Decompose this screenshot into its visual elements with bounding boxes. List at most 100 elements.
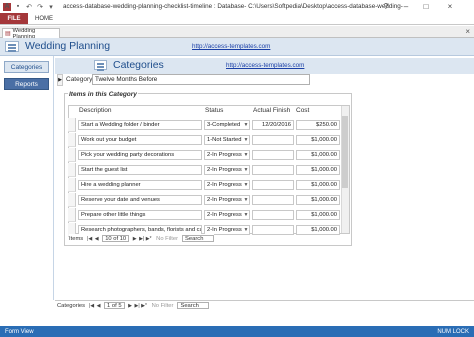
previous-record-icon[interactable]: ◀: [95, 302, 102, 309]
description-cell[interactable]: Pick your wedding party decorations: [78, 150, 202, 160]
redo-icon[interactable]: ↷: [36, 3, 44, 11]
table-row[interactable]: Work out your budget 1-Not Started ▼ $1,000…: [68, 133, 340, 147]
record-selector-icon[interactable]: ▶: [57, 74, 63, 86]
actual-finish-cell[interactable]: [252, 225, 294, 235]
document-tab-wedding-planning[interactable]: ▤ Wedding Planning: [2, 28, 60, 40]
row-selector[interactable]: [68, 118, 76, 132]
app-title: Wedding Planning: [25, 40, 111, 52]
status-combobox[interactable]: 2-In Progress ▼: [204, 195, 250, 205]
column-header-status: Status: [205, 107, 224, 114]
actual-finish-cell[interactable]: [252, 195, 294, 205]
cost-cell[interactable]: $1,000.00: [296, 165, 340, 175]
cost-cell[interactable]: $1,000.00: [296, 195, 340, 205]
chevron-down-icon[interactable]: ▼: [243, 136, 249, 144]
table-row[interactable]: Pick your wedding party decorations 2-In …: [68, 148, 340, 162]
status-combobox[interactable]: 1-Not Started ▼: [204, 135, 250, 145]
table-row[interactable]: Start the guest list 2-In Progress ▼ $1,000…: [68, 163, 340, 177]
home-tab[interactable]: HOME: [32, 13, 56, 24]
items-nav-label: Items: [69, 235, 84, 242]
subform-scrollbar-thumb[interactable]: [342, 116, 348, 188]
column-header-description: Description: [79, 107, 112, 114]
row-selector[interactable]: [68, 178, 76, 192]
row-selector[interactable]: [68, 163, 76, 177]
maximize-button[interactable]: □: [416, 0, 436, 13]
cost-cell[interactable]: $1,000.00: [296, 225, 340, 235]
category-input[interactable]: Twelve Months Before: [92, 74, 310, 85]
status-combobox[interactable]: 2-In Progress ▼: [204, 165, 250, 175]
chevron-down-icon[interactable]: ▼: [243, 151, 249, 159]
status-combobox[interactable]: 2-In Progress ▼: [204, 210, 250, 220]
form-icon: ▤: [5, 30, 11, 37]
next-record-icon[interactable]: ▶: [127, 302, 134, 309]
status-combobox[interactable]: 2-In Progress ▼: [204, 180, 250, 190]
status-combobox[interactable]: 3-Completed ▼: [204, 120, 250, 130]
form-background: [0, 310, 474, 326]
table-row[interactable]: Reserve your date and venues 2-In Progres…: [68, 193, 340, 207]
new-record-icon[interactable]: ▶*: [145, 235, 152, 242]
actual-finish-cell[interactable]: [252, 135, 294, 145]
cost-cell[interactable]: $250.00: [296, 120, 340, 130]
categories-nav-label: Categories: [57, 302, 86, 309]
chevron-down-icon[interactable]: ▼: [243, 226, 249, 234]
cost-cell[interactable]: $1,000.00: [296, 210, 340, 220]
description-cell[interactable]: Start a Wedding folder / binder: [78, 120, 202, 130]
description-cell[interactable]: Hire a wedding planner: [78, 180, 202, 190]
items-no-filter-button[interactable]: No Filter: [156, 236, 178, 242]
actual-finish-cell[interactable]: [252, 165, 294, 175]
first-record-icon[interactable]: |◀: [88, 302, 95, 309]
form-logo-icon: [94, 60, 107, 70]
cost-cell[interactable]: $1,000.00: [296, 135, 340, 145]
minimize-button[interactable]: –: [396, 0, 416, 13]
actual-finish-cell[interactable]: 12/20/2016: [252, 120, 294, 130]
items-search-input[interactable]: Search: [182, 235, 215, 242]
row-selector[interactable]: [68, 208, 76, 222]
actual-finish-cell[interactable]: [252, 210, 294, 220]
chevron-down-icon[interactable]: ▼: [243, 181, 249, 189]
categories-button[interactable]: Categories: [4, 61, 49, 73]
close-button[interactable]: ×: [440, 0, 460, 13]
form-logo-icon: [5, 41, 19, 52]
table-row[interactable]: Start a Wedding folder / binder 3-Complet…: [68, 118, 340, 132]
description-cell[interactable]: Start the guest list: [78, 165, 202, 175]
actual-finish-cell[interactable]: [252, 180, 294, 190]
status-num-lock: NUM LOCK: [437, 328, 469, 335]
categories-record-position[interactable]: 1 of 5: [104, 302, 125, 309]
help-button[interactable]: ?: [376, 0, 396, 13]
row-selector[interactable]: [68, 148, 76, 162]
undo-icon[interactable]: ↶: [25, 3, 33, 11]
chevron-down-icon[interactable]: ▼: [243, 196, 249, 204]
status-combobox[interactable]: 2-In Progress ▼: [204, 150, 250, 160]
reports-button[interactable]: Reports: [4, 78, 49, 90]
column-header-cost: Cost: [296, 107, 310, 114]
next-record-icon[interactable]: ▶: [131, 235, 138, 242]
cost-cell[interactable]: $1,000.00: [296, 150, 340, 160]
customize-toolbar-icon[interactable]: ▾: [47, 3, 55, 11]
description-cell[interactable]: Work out your budget: [78, 135, 202, 145]
file-tab[interactable]: FILE: [0, 13, 28, 24]
cost-cell[interactable]: $1,000.00: [296, 180, 340, 190]
new-record-icon[interactable]: ▶*: [141, 302, 148, 309]
row-selector[interactable]: [68, 193, 76, 207]
chevron-down-icon[interactable]: ▼: [243, 121, 249, 129]
categories-no-filter-button[interactable]: No Filter: [152, 303, 174, 309]
description-cell[interactable]: Prepare other little things: [78, 210, 202, 220]
table-row[interactable]: Prepare other little things 2-In Progress…: [68, 208, 340, 222]
description-cell[interactable]: Reserve your date and venues: [78, 195, 202, 205]
actual-finish-cell[interactable]: [252, 150, 294, 160]
access-templates-link[interactable]: http://access-templates.com: [192, 43, 270, 50]
items-record-position[interactable]: 10 of 10: [102, 235, 130, 242]
chevron-down-icon[interactable]: ▼: [243, 211, 249, 219]
row-selector[interactable]: [68, 133, 76, 147]
categories-search-input[interactable]: Search: [177, 302, 210, 309]
last-record-icon[interactable]: ▶|: [138, 235, 145, 242]
table-row[interactable]: Hire a wedding planner 2-In Progress ▼ $1,0…: [68, 178, 340, 192]
access-app-icon[interactable]: A: [3, 2, 11, 11]
save-icon[interactable]: ▪: [14, 3, 22, 11]
first-record-icon[interactable]: |◀: [86, 235, 93, 242]
status-value: 2-In Progress: [207, 167, 242, 173]
close-document-icon[interactable]: ×: [465, 27, 470, 36]
access-templates-link[interactable]: http://access-templates.com: [226, 62, 304, 69]
last-record-icon[interactable]: ▶|: [134, 302, 141, 309]
chevron-down-icon[interactable]: ▼: [243, 166, 249, 174]
previous-record-icon[interactable]: ◀: [93, 235, 100, 242]
